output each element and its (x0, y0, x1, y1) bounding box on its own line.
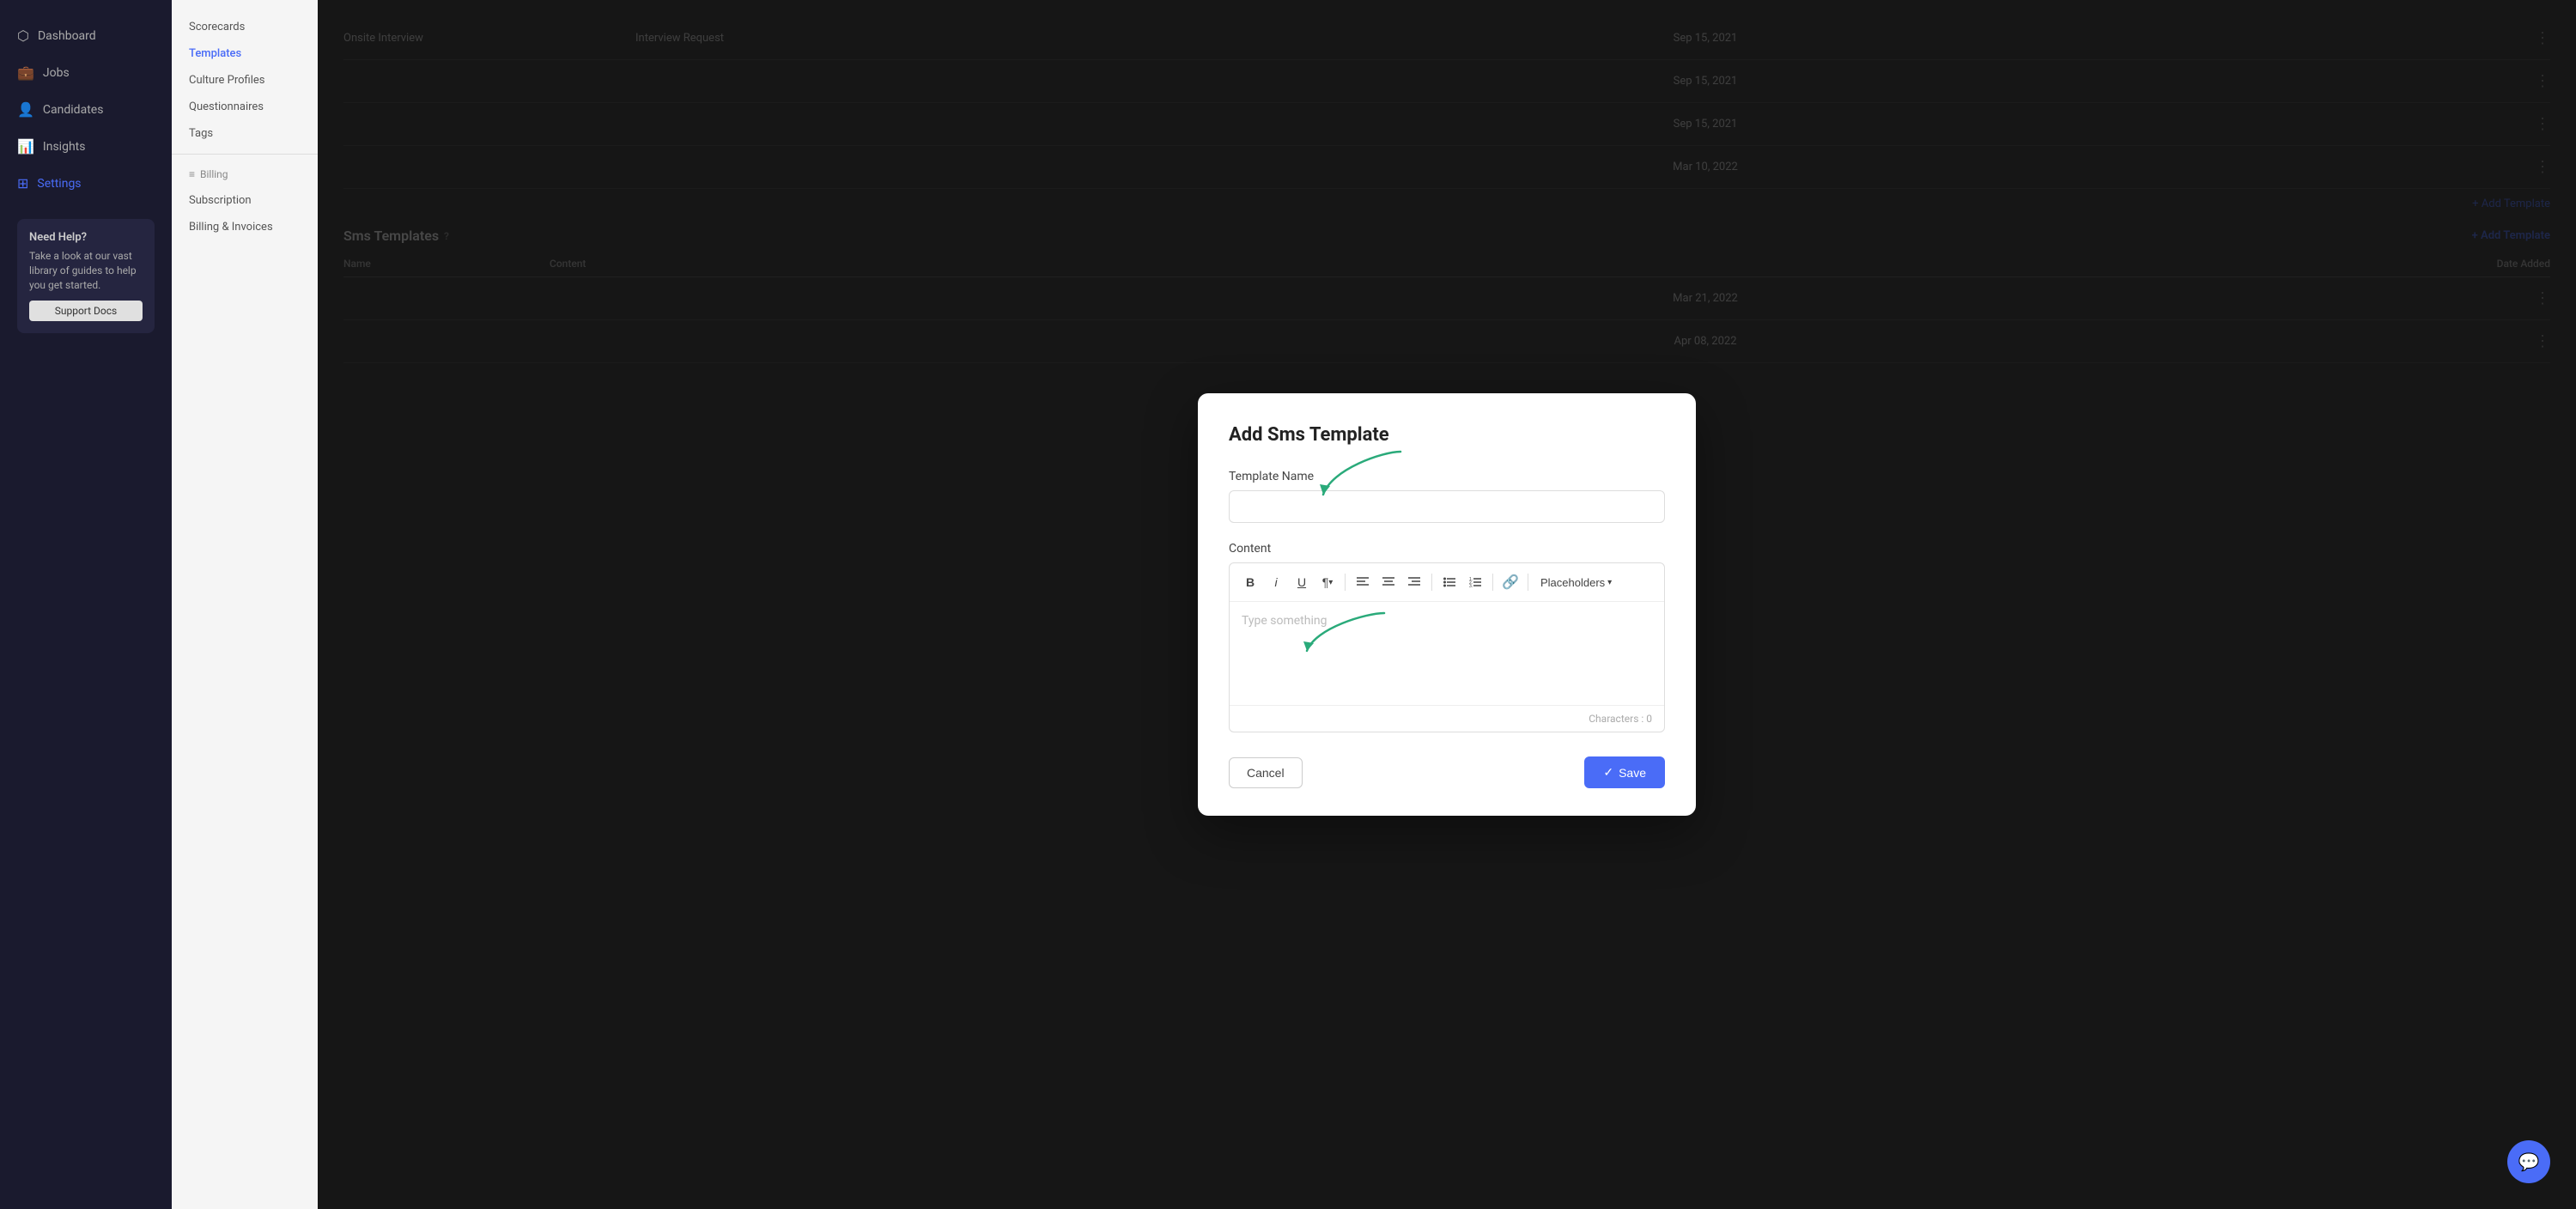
save-button[interactable]: ✓ Save (1584, 756, 1665, 788)
sub-sidebar-label-scorecards: Scorecards (189, 21, 245, 33)
toolbar-separator-3 (1492, 574, 1493, 591)
modal-footer: Cancel ✓ Save (1229, 756, 1665, 788)
editor-body[interactable]: Type something (1230, 602, 1664, 705)
sub-sidebar-billing-section: ≡ Billing (172, 161, 318, 187)
character-count: Characters : 0 (1589, 713, 1652, 725)
toolbar-separator-1 (1345, 574, 1346, 591)
toolbar-italic-button[interactable]: i (1264, 570, 1288, 594)
modal-title: Add Sms Template (1229, 424, 1665, 446)
editor-container: B i U ¶ ▾ (1229, 562, 1665, 732)
sub-sidebar-item-tags[interactable]: Tags (172, 120, 318, 147)
toolbar-bold-button[interactable]: B (1238, 570, 1262, 594)
dashboard-icon: ⬡ (17, 27, 29, 44)
toolbar-align-right-button[interactable] (1402, 570, 1426, 594)
sub-sidebar-label-culture: Culture Profiles (189, 74, 264, 87)
toolbar-separator-2 (1431, 574, 1432, 591)
sidebar: ⬡ Dashboard 💼 Jobs 👤 Candidates 📊 Insigh… (0, 0, 172, 1209)
jobs-icon: 💼 (17, 64, 34, 81)
sub-sidebar-label-billing-invoices: Billing & Invoices (189, 221, 273, 234)
settings-icon: ⊞ (17, 175, 28, 191)
editor-placeholder: Type something (1242, 614, 1327, 628)
toolbar-paragraph-button[interactable]: ¶ ▾ (1315, 570, 1340, 594)
sidebar-label-settings: Settings (37, 177, 81, 191)
chat-icon: 💬 (2518, 1151, 2540, 1172)
cancel-button[interactable]: Cancel (1229, 757, 1303, 788)
sub-sidebar-item-culture[interactable]: Culture Profiles (172, 67, 318, 94)
help-text: Take a look at our vast library of guide… (29, 249, 143, 292)
help-title: Need Help? (29, 231, 143, 244)
sub-sidebar-item-billing-invoices[interactable]: Billing & Invoices (172, 214, 318, 240)
sub-sidebar-item-subscription[interactable]: Subscription (172, 187, 318, 214)
sidebar-label-insights: Insights (43, 140, 86, 154)
save-label: Save (1619, 766, 1646, 780)
editor-footer: Characters : 0 (1230, 705, 1664, 732)
sidebar-item-dashboard[interactable]: ⬡ Dashboard (0, 17, 172, 54)
sidebar-label-candidates: Candidates (43, 103, 104, 117)
insights-icon: 📊 (17, 138, 34, 155)
sub-sidebar-divider (172, 154, 318, 155)
sub-sidebar: Scorecards Templates Culture Profiles Qu… (172, 0, 318, 1209)
modal-dialog: Add Sms Template Template Name Content B… (1198, 393, 1696, 816)
modal-overlay[interactable]: Add Sms Template Template Name Content B… (318, 0, 2576, 1209)
sub-sidebar-item-questionnaires[interactable]: Questionnaires (172, 94, 318, 120)
sub-sidebar-item-templates[interactable]: Templates (172, 40, 318, 67)
editor-toolbar: B i U ¶ ▾ (1230, 563, 1664, 602)
content-label: Content (1229, 542, 1665, 556)
sub-sidebar-label-templates: Templates (189, 47, 241, 60)
sidebar-label-jobs: Jobs (43, 66, 70, 80)
billing-icon: ≡ (189, 168, 195, 180)
checkmark-icon: ✓ (1603, 765, 1613, 780)
sub-sidebar-label-subscription: Subscription (189, 194, 252, 207)
chat-bubble[interactable]: 💬 (2507, 1140, 2550, 1183)
toolbar-link-button[interactable]: 🔗 (1498, 570, 1522, 594)
help-box: Need Help? Take a look at our vast libra… (17, 219, 155, 333)
toolbar-underline-button[interactable]: U (1290, 570, 1314, 594)
sub-sidebar-item-scorecards[interactable]: Scorecards (172, 14, 318, 40)
sidebar-item-settings[interactable]: ⊞ Settings (0, 165, 172, 202)
toolbar-align-left-button[interactable] (1351, 570, 1375, 594)
sidebar-item-candidates[interactable]: 👤 Candidates (0, 91, 172, 128)
candidates-icon: 👤 (17, 101, 34, 118)
main-content: Onsite Interview Interview Request Sep 1… (318, 0, 2576, 1209)
toolbar-ordered-list-button[interactable]: 1.2.3. (1463, 570, 1487, 594)
sidebar-label-dashboard: Dashboard (38, 29, 96, 43)
sub-sidebar-label-questionnaires: Questionnaires (189, 100, 264, 113)
sidebar-item-jobs[interactable]: 💼 Jobs (0, 54, 172, 91)
template-name-label: Template Name (1229, 470, 1665, 483)
toolbar-bullet-list-button[interactable] (1437, 570, 1461, 594)
sidebar-item-insights[interactable]: 📊 Insights (0, 128, 172, 165)
support-docs-link[interactable]: Support Docs (29, 301, 143, 321)
sub-sidebar-label-tags: Tags (189, 127, 213, 140)
svg-text:3.: 3. (1469, 584, 1473, 588)
chevron-down-icon: ▾ (1607, 578, 1612, 587)
template-name-input[interactable] (1229, 490, 1665, 523)
toolbar-placeholders-button[interactable]: Placeholders ▾ (1534, 573, 1619, 592)
toolbar-align-center-button[interactable] (1376, 570, 1400, 594)
